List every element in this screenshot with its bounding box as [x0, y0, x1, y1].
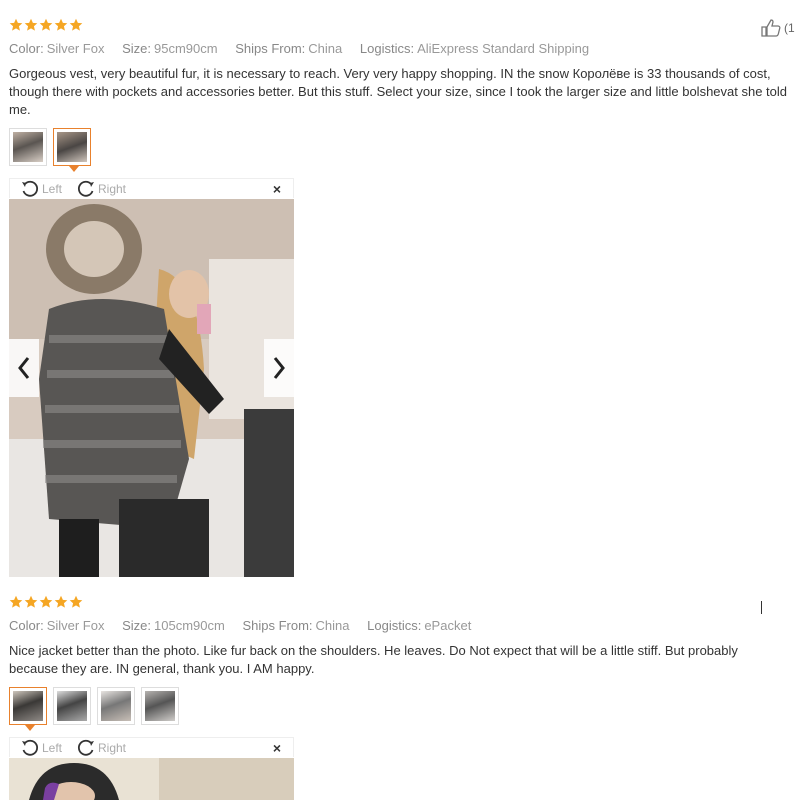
- review-thumbnail-active[interactable]: [53, 128, 91, 172]
- rotate-left-label: Left: [42, 741, 63, 755]
- star-icon: [24, 595, 38, 608]
- fur-jacket-photo: [9, 758, 294, 800]
- star-icon: [9, 18, 23, 31]
- rotate-left-label: Left: [42, 182, 63, 196]
- rotate-right-button[interactable]: Right: [76, 179, 126, 199]
- review-text: Gorgeous vest, very beautiful fur, it is…: [9, 66, 788, 117]
- close-viewer-button[interactable]: ×: [273, 740, 281, 756]
- review-thumbnail[interactable]: [9, 128, 47, 166]
- review-text: Nice jacket better than the photo. Like …: [9, 643, 738, 676]
- review-thumbnail[interactable]: [141, 687, 179, 725]
- star-rating: [9, 595, 83, 609]
- image-viewer-toolbar: Left Right ×: [9, 178, 294, 198]
- chevron-right-icon: [273, 357, 285, 379]
- helpful-button[interactable]: (1: [760, 18, 795, 38]
- size-label: Size:: [122, 41, 152, 56]
- review-photo: [9, 758, 294, 800]
- star-rating: [9, 18, 83, 32]
- next-image-button[interactable]: [264, 339, 294, 397]
- star-icon: [69, 18, 83, 31]
- ships-from-value: China: [308, 41, 343, 56]
- star-icon: [9, 595, 23, 608]
- thumbnail-list: [9, 687, 179, 731]
- rotate-right-icon: [77, 739, 94, 756]
- star-icon: [24, 18, 38, 31]
- rotate-left-icon: [22, 180, 39, 197]
- close-viewer-button[interactable]: ×: [273, 181, 281, 197]
- rotate-left-icon: [22, 739, 39, 756]
- rotate-right-label: Right: [98, 741, 127, 755]
- color-value: Silver Fox: [46, 41, 105, 56]
- thumbs-up-icon: [761, 19, 781, 37]
- rotate-left-button[interactable]: Left: [20, 179, 62, 199]
- color-label: Color:: [9, 41, 44, 56]
- review-meta: Color: Silver Fox Size: 95cm90cm Ships Fro…: [9, 41, 603, 56]
- logistics-label: Logistics:: [367, 618, 422, 633]
- review-thumbnail[interactable]: [97, 687, 135, 725]
- text-cursor: [761, 601, 762, 614]
- color-label: Color:: [9, 618, 44, 633]
- prev-image-button[interactable]: [9, 339, 39, 397]
- size-value: 105cm90cm: [154, 618, 225, 633]
- size-value: 95cm90cm: [154, 41, 218, 56]
- color-value: Silver Fox: [46, 618, 105, 633]
- star-icon: [54, 595, 68, 608]
- star-icon: [54, 18, 68, 31]
- review-photo: [9, 199, 294, 577]
- rotate-right-label: Right: [98, 182, 127, 196]
- logistics-value: ePacket: [424, 618, 472, 633]
- fur-coat-photo: [9, 199, 294, 577]
- review-meta: Color: Silver Fox Size: 105cm90cm Ships Fr…: [9, 618, 485, 633]
- logistics-label: Logistics:: [359, 41, 415, 56]
- star-icon: [69, 595, 83, 608]
- ships-from-label: Ships From:: [235, 41, 306, 56]
- size-label: Size:: [122, 618, 152, 633]
- ships-from-label: Ships From:: [242, 618, 313, 633]
- thumbnail-list: [9, 128, 91, 172]
- chevron-left-icon: [18, 357, 30, 379]
- rotate-left-button[interactable]: Left: [20, 738, 62, 758]
- review-thumbnail[interactable]: [53, 687, 91, 725]
- rotate-right-button[interactable]: Right: [76, 738, 126, 758]
- star-icon: [39, 18, 53, 31]
- review-thumbnail-active[interactable]: [9, 687, 47, 731]
- helpful-count: (1: [784, 21, 795, 35]
- ships-from-value: China: [315, 618, 350, 633]
- image-viewer-toolbar: Left Right ×: [9, 737, 294, 757]
- star-icon: [39, 595, 53, 608]
- rotate-right-icon: [77, 180, 94, 197]
- logistics-value: AliExpress Standard Shipping: [417, 41, 590, 56]
